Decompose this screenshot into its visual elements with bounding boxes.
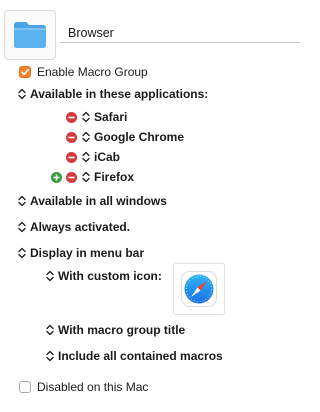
- updown-icon: [17, 220, 27, 234]
- disabled-on-mac-checkbox[interactable]: [19, 381, 31, 393]
- updown-icon: [17, 194, 27, 208]
- add-app-icon[interactable]: [51, 171, 62, 183]
- available-windows-popup[interactable]: Available in all windows: [17, 192, 167, 210]
- safari-compass-icon: [181, 271, 217, 307]
- checkmark-icon: [21, 68, 29, 76]
- updown-icon: [17, 87, 27, 101]
- remove-app-icon[interactable]: [66, 131, 77, 143]
- activation-popup[interactable]: Always activated.: [17, 218, 130, 236]
- updown-icon: [45, 349, 55, 363]
- contained-macros-popup[interactable]: Include all contained macros: [45, 347, 223, 365]
- remove-app-icon[interactable]: [66, 111, 77, 123]
- macro-group-title-popup[interactable]: With macro group title: [45, 321, 185, 339]
- app-row-icab: iCab: [66, 148, 120, 166]
- app-name: Firefox: [94, 170, 135, 184]
- menu-bar-popup[interactable]: Display in menu bar: [17, 244, 144, 262]
- updown-icon[interactable]: [81, 130, 91, 144]
- updown-icon: [45, 323, 55, 337]
- group-name-field[interactable]: [60, 23, 300, 43]
- enable-macro-group-checkbox[interactable]: [19, 66, 31, 78]
- disabled-on-mac-row[interactable]: Disabled on this Mac: [19, 378, 148, 396]
- available-windows-label: Available in all windows: [30, 194, 167, 208]
- folder-icon: [14, 22, 46, 48]
- updown-icon: [17, 246, 27, 260]
- updown-icon[interactable]: [81, 170, 91, 184]
- remove-app-icon[interactable]: [66, 151, 77, 163]
- updown-icon[interactable]: [81, 110, 91, 124]
- activation-label: Always activated.: [30, 220, 131, 234]
- available-apps-label: Available in these applications:: [30, 87, 209, 101]
- app-name: iCab: [94, 150, 121, 164]
- custom-icon-well[interactable]: [173, 263, 225, 315]
- updown-icon[interactable]: [81, 150, 91, 164]
- group-icon-button[interactable]: [4, 10, 56, 60]
- custom-icon-label: With custom icon:: [58, 269, 162, 283]
- app-name: Google Chrome: [94, 130, 185, 144]
- available-apps-popup[interactable]: Available in these applications:: [17, 85, 208, 103]
- app-row-firefox: Firefox: [51, 168, 134, 186]
- enable-macro-group-label: Enable Macro Group: [37, 65, 148, 79]
- custom-icon-popup[interactable]: With custom icon:: [45, 267, 162, 285]
- enable-macro-group-row[interactable]: Enable Macro Group: [19, 63, 148, 81]
- menu-bar-label: Display in menu bar: [30, 246, 145, 260]
- updown-icon: [45, 269, 55, 283]
- macro-group-title-label: With macro group title: [58, 323, 186, 337]
- contained-macros-label: Include all contained macros: [58, 349, 223, 363]
- app-name: Safari: [94, 110, 128, 124]
- app-row-google-chrome: Google Chrome: [66, 128, 184, 146]
- remove-app-icon[interactable]: [66, 171, 77, 183]
- disabled-on-mac-label: Disabled on this Mac: [37, 380, 149, 394]
- app-row-safari: Safari: [66, 108, 127, 126]
